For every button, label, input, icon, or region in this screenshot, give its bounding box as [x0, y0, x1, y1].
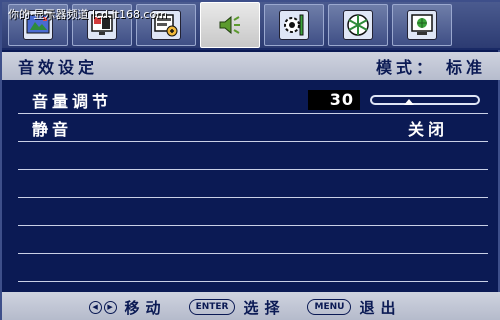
slider-thumb[interactable]	[404, 98, 414, 105]
section-header: 音效设定 模式： 标准	[2, 52, 500, 80]
mute-label: 静音	[32, 119, 73, 139]
exit-hint: 退出	[359, 298, 402, 317]
volume-row[interactable]: 音量调节 30	[18, 86, 488, 114]
tab-settings[interactable]	[264, 4, 324, 46]
watermark: 你的·显示器频道 lcd.it168.com	[8, 8, 167, 21]
volume-slider[interactable]	[370, 94, 480, 105]
select-hint: 选择	[243, 298, 286, 317]
mode-label: 模式：	[375, 58, 436, 77]
empty-row	[18, 170, 488, 198]
section-title: 音效设定	[18, 58, 99, 77]
menu-key: MENU	[307, 299, 352, 315]
tab-audio[interactable]	[200, 2, 260, 48]
volume-label: 音量调节	[32, 91, 113, 111]
mute-value: 关闭	[407, 119, 448, 139]
empty-row	[18, 198, 488, 226]
eco-icon	[343, 10, 373, 40]
enter-key: ENTER	[188, 299, 236, 315]
system-icon	[407, 10, 437, 40]
volume-value: 30	[308, 89, 360, 110]
empty-row	[18, 254, 488, 282]
key-hint-bar: ◀ ▶ 移动 ENTER 选择 MENU 退出	[2, 292, 500, 320]
empty-row	[18, 226, 488, 254]
settings-icon	[279, 10, 309, 40]
speaker-icon	[215, 10, 245, 40]
right-arrow-icon: ▶	[103, 300, 117, 314]
tab-eco[interactable]	[328, 4, 388, 46]
settings-list: 音量调节 30 静音 关闭	[18, 86, 488, 282]
mode-value[interactable]: 标准	[446, 54, 486, 78]
mute-row[interactable]: 静音 关闭	[18, 114, 488, 142]
left-arrow-icon: ◀	[88, 300, 102, 314]
empty-row	[18, 142, 488, 170]
tab-system[interactable]	[392, 4, 452, 46]
move-hint: 移动	[124, 298, 167, 317]
osd-menu: 你的·显示器频道 lcd.it168.com 音效设定 模式： 标准 音量调节 …	[0, 0, 500, 320]
